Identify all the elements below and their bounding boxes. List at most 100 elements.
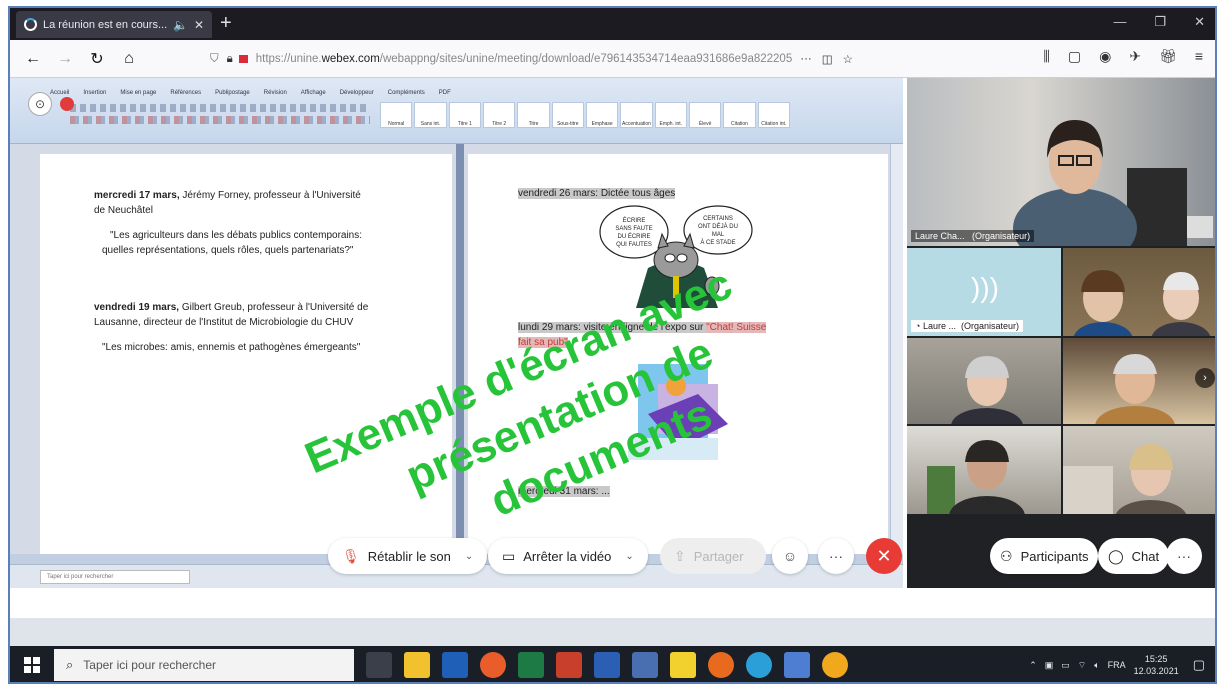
chevron-up-icon[interactable]: ⌃ [1029,660,1037,671]
chevron-down-icon[interactable]: ⌄ [465,551,473,562]
video-tile-participant-7[interactable] [1063,426,1215,514]
event-2: vendredi 19 mars, Gilbert Greub, profess… [94,302,369,328]
minimize-icon[interactable]: — [1113,14,1126,30]
shared-screen: Accueil Insertion Mise en page Références Pu… [10,78,903,588]
taskbar-search-box[interactable]: ⌕ Taper ici pour rechercher [54,649,354,681]
loading-icon [24,18,37,31]
event-1: mercredi 17 mars, Jérémy Forney, profess… [94,190,361,216]
document-page-left: mercredi 17 mars, Jérémy Forney, profess… [40,154,452,574]
snipping-tool-icon[interactable] [784,652,810,678]
browser-tab[interactable]: La réunion est en cours... 🔈 ✕ [16,11,212,38]
reactions-button[interactable]: ☺ [772,538,808,574]
account-icon[interactable]: ◉ [1099,48,1111,65]
next-page-chevron-icon[interactable]: › [1195,368,1215,388]
video-tile-participant-4[interactable] [907,338,1061,424]
app-icon-yellow[interactable] [822,652,848,678]
smiley-icon: ☺ [782,548,798,564]
unmute-label: Rétablir le son [367,548,451,564]
participant-video-grid: Laure Cha... (Organisateur) ))) ◔ Laure … [907,78,1215,588]
video-tile-audio-only[interactable]: ))) ◔ Laure ... (Organisateur) [907,248,1061,336]
camera-permission-icon[interactable] [238,55,248,63]
end-call-button[interactable]: ✕ [866,538,902,574]
library-icon[interactable]: ⫼ [1043,48,1049,65]
clock[interactable]: 15:25 12.03.2021 [1134,653,1179,677]
sticky-notes-icon[interactable] [670,652,696,678]
speaker-icon[interactable]: 🔈 [173,18,188,32]
pocket-icon[interactable]: ◫ [822,52,833,66]
more-options-button[interactable]: ··· [818,538,854,574]
outlook-icon[interactable] [442,652,468,678]
share-icon: ⇪ [674,547,686,564]
gift-icon[interactable]: 🎁︎ [1159,48,1177,65]
event-4: lundi 29 mars: visite en ligne de l'expo… [518,322,767,348]
document-scrollbar[interactable] [890,144,903,588]
tab-title: La réunion est en cours... [43,18,167,31]
svg-text:ONT DÉJÀ DU: ONT DÉJÀ DU [698,223,738,230]
sidebar-icon[interactable]: ▢ [1068,48,1081,65]
forward-button[interactable]: → [52,46,78,72]
reload-button[interactable]: ↻ [84,46,110,72]
page-separator [456,144,464,588]
event-1-title: "Les agriculteurs dans les débats public… [102,230,363,256]
word-icon[interactable] [594,652,620,678]
audio-wave-icon: ))) [971,272,999,303]
participant-video-image [951,356,1023,424]
file-explorer-icon[interactable] [404,652,430,678]
excel-icon[interactable] [518,652,544,678]
back-button[interactable]: ← [20,46,46,72]
home-icon[interactable]: ⌂ [116,46,142,72]
video-tile-participant-5[interactable]: › [1063,338,1215,424]
webex-icon[interactable] [746,652,772,678]
participant-video-image [1073,270,1211,336]
volume-icon[interactable]: 🔈︎ [1094,660,1099,671]
notifications-icon[interactable]: ▢ [1193,657,1205,673]
annotation-icon[interactable]: ⊙ [28,92,52,116]
illustration-image [628,364,728,460]
windows-taskbar: ⌕ Taper ici pour rechercher ⌃ ▣ ▭ ⌔ 🔈︎ F… [10,646,1215,682]
powerpoint-icon[interactable] [556,652,582,678]
language-indicator[interactable]: FRA [1108,660,1126,670]
firefox-icon[interactable] [708,652,734,678]
windows-start-icon[interactable] [24,657,40,673]
lock-icon[interactable]: 🔒︎ [227,53,233,66]
style-gallery: Normal Sans int. Titre 1 Titre 2 Titre Sous-t… [380,102,790,128]
wifi-icon[interactable]: ⌔ [1078,660,1086,671]
participant-name-tag: ◔ Laure ... (Organisateur) [911,320,1024,332]
participant-video-image [927,440,1025,514]
page-actions-button[interactable]: ··· [800,53,812,65]
restore-icon[interactable]: ❐ [1154,14,1166,30]
extension-icon[interactable]: ✈ [1129,48,1141,65]
participants-button[interactable]: ⚇ Participants [990,538,1099,574]
task-view-icon[interactable] [366,652,392,678]
meeting-control-bar [10,588,1215,618]
svg-text:CERTAINS: CERTAINS [703,216,733,222]
chat-button[interactable]: ◯ Chat [1098,538,1170,574]
video-tile-active-speaker[interactable]: Laure Cha... (Organisateur) [907,78,1215,246]
svg-text:SANS FAUTE: SANS FAUTE [615,226,652,232]
svg-text:ÉCRIRE: ÉCRIRE [623,217,646,224]
svg-text:DU ÉCRIRE: DU ÉCRIRE [617,233,650,240]
video-tile-participant-3[interactable] [1063,248,1215,336]
panel-more-button[interactable]: ··· [1166,538,1202,574]
stop-video-button[interactable]: ▭ Arrêter la vidéo ⌄ [488,538,648,574]
participants-label: Participants [1020,548,1089,564]
shield-icon[interactable]: ⛉ [210,53,219,66]
screenshot-frame: La réunion est en cours... 🔈 ✕ + — ❐ ✕ ←… [8,6,1217,684]
battery-icon[interactable]: ▭ [1061,660,1070,671]
new-tab-button[interactable]: + [220,12,232,35]
network-icon[interactable]: ▣ [1045,660,1054,671]
bookmark-star-icon[interactable]: ☆ [843,52,853,66]
app-icon-orange[interactable] [480,652,506,678]
unmute-button[interactable]: 🎙︎ Rétablir le son ⌄ [328,538,488,574]
event-5: mercredi 31 mars: ... [518,486,610,497]
participants-icon: ⚇ [1000,547,1013,564]
close-tab-button[interactable]: ✕ [194,18,204,32]
video-tile-participant-6[interactable] [907,426,1061,514]
share-button[interactable]: ⇪ Partager [660,538,766,574]
menu-icon[interactable]: ≡ [1195,48,1203,65]
url-bar[interactable]: ⛉ 🔒︎ https://unine.webex.com/webappng/si… [210,46,930,72]
browser-nav-bar: ← → ↻ ⌂ ⛉ 🔒︎ https://unine.webex.com/web… [10,40,1215,78]
app-icon-blue[interactable] [632,652,658,678]
chevron-down-icon[interactable]: ⌄ [625,551,633,562]
close-window-icon[interactable]: ✕ [1194,14,1205,30]
